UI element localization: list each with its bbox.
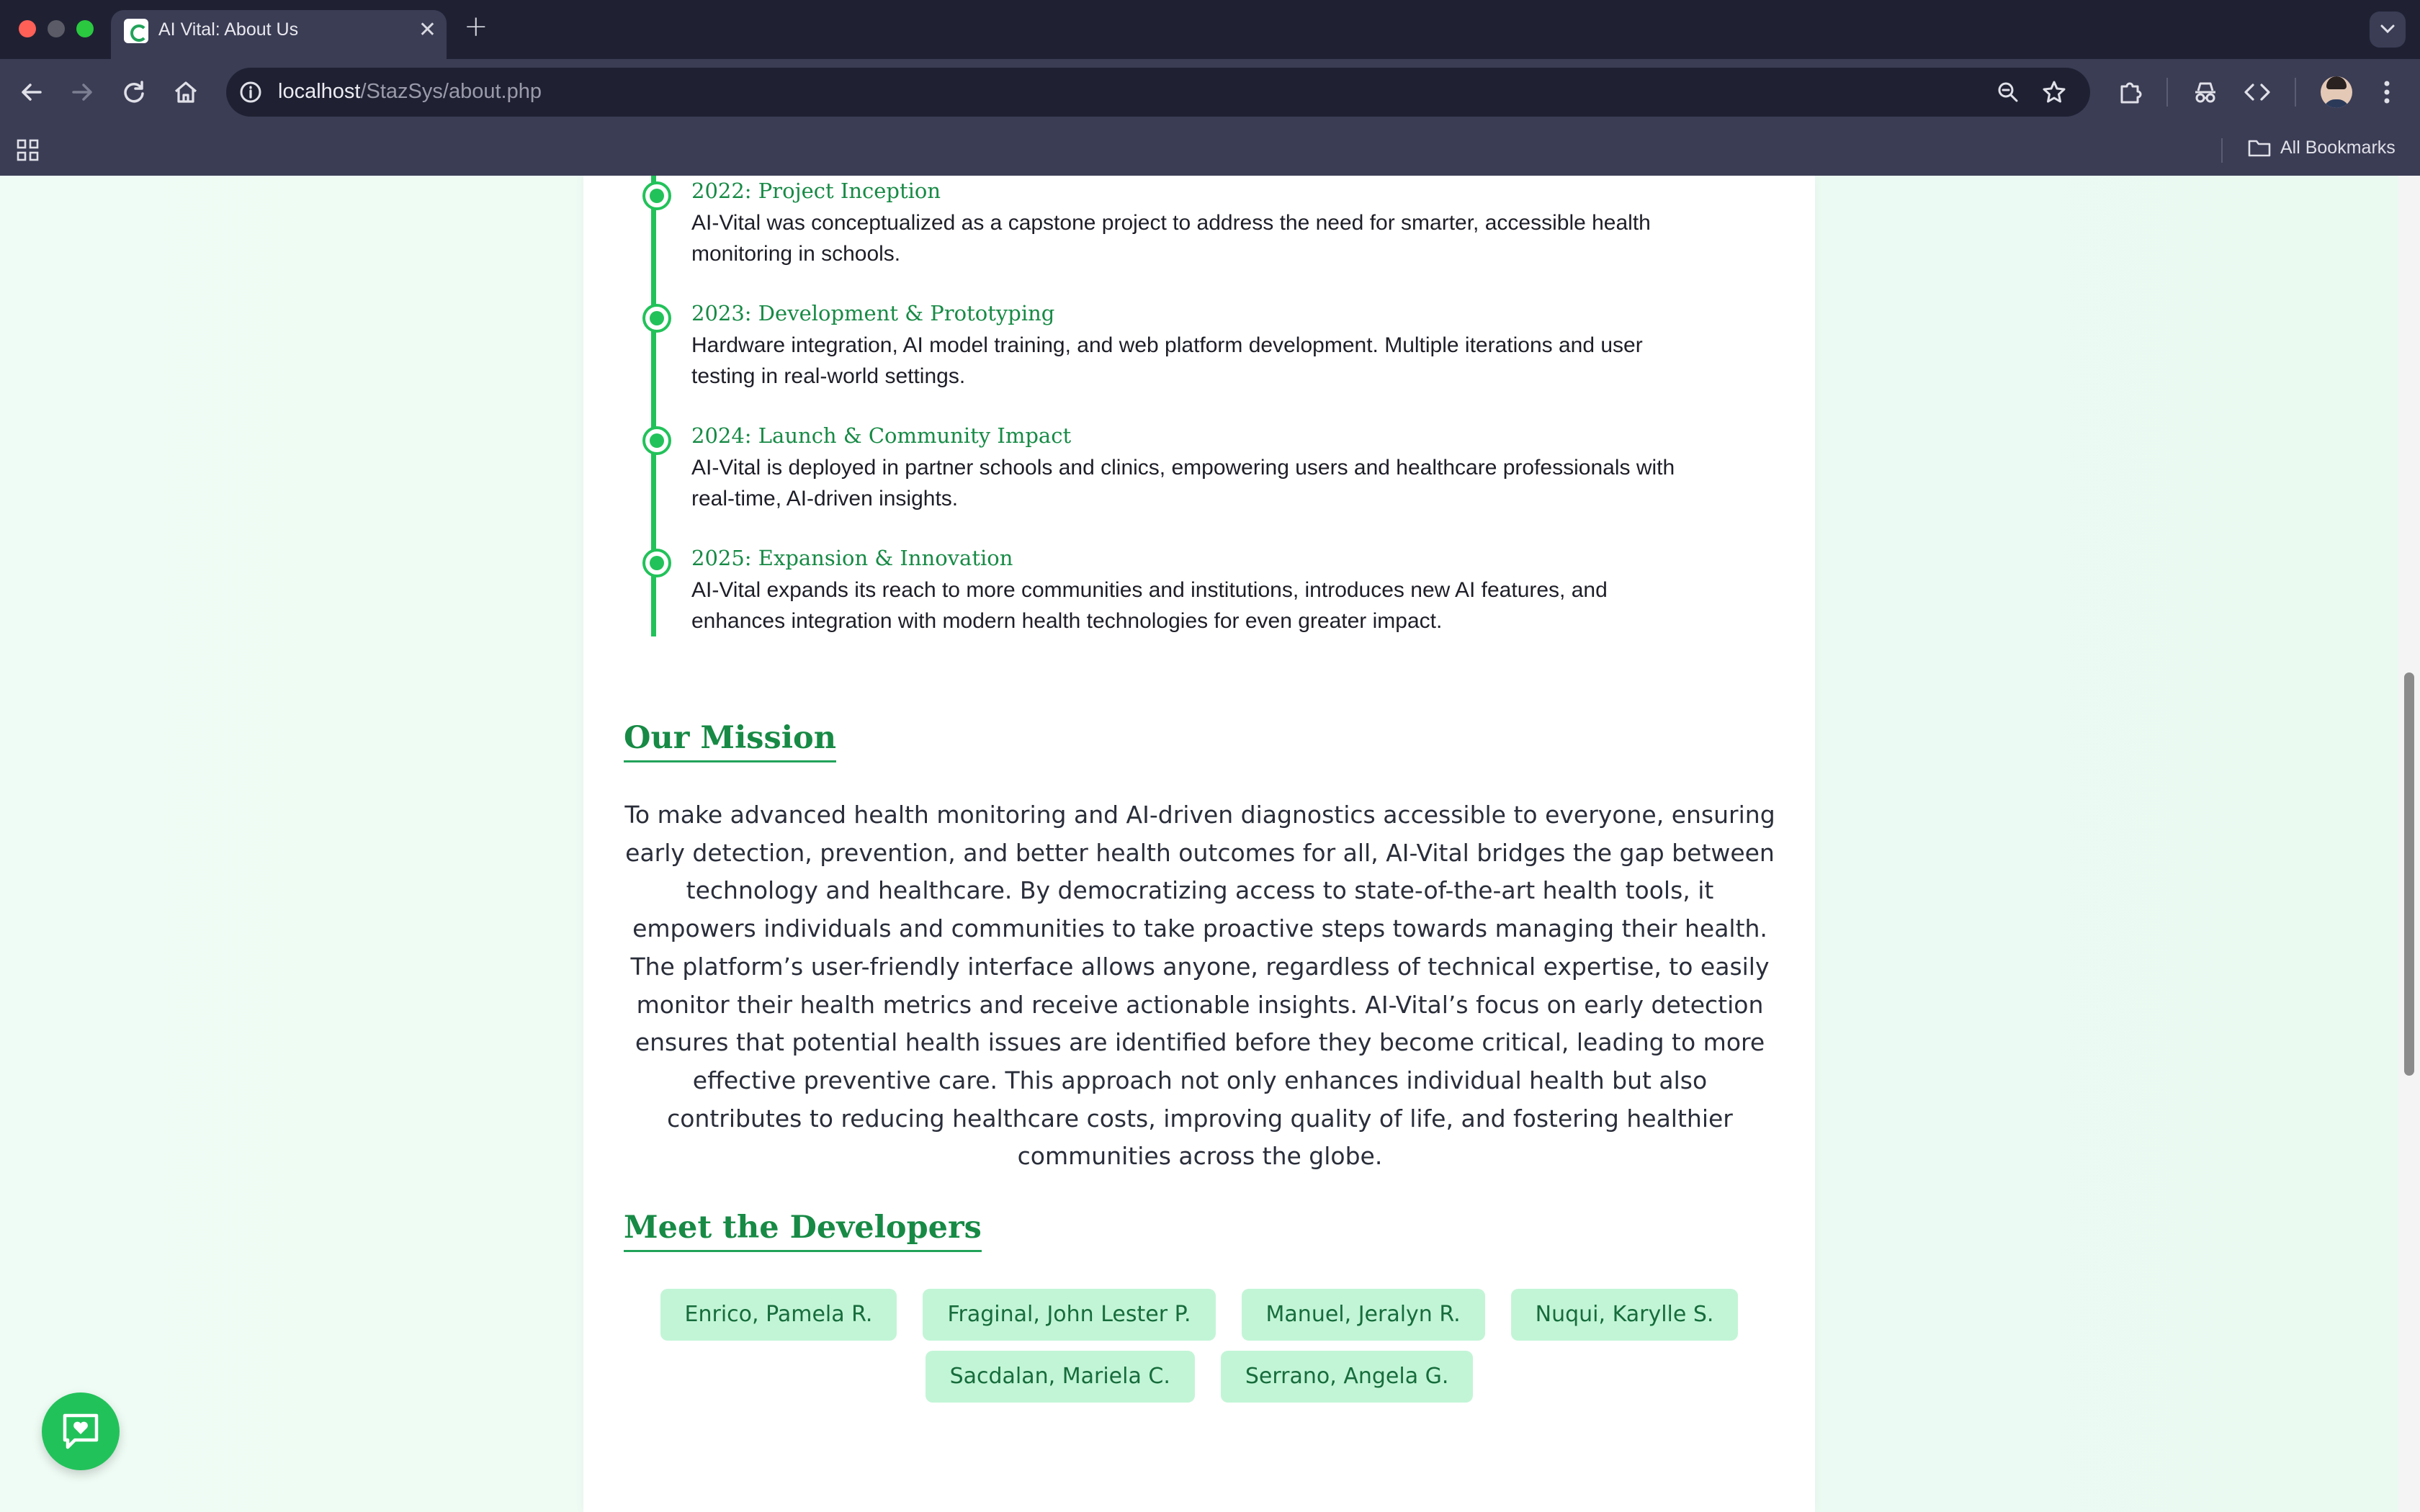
folder-icon <box>2248 140 2271 157</box>
chat-heart-icon <box>63 1413 99 1449</box>
timeline-item-description: AI-Vital is deployed in partner schools … <box>691 456 1675 510</box>
incognito-icon[interactable] <box>2190 76 2221 108</box>
developers-row: Enrico, Pamela R. Fraginal, John Lester … <box>583 1289 1815 1341</box>
timeline-dot-icon <box>642 304 671 333</box>
profile-avatar[interactable] <box>2321 76 2352 108</box>
site-info-icon[interactable] <box>236 78 265 107</box>
toolbar-divider <box>2166 78 2168 107</box>
timeline-item-title: 2022: Project Inception <box>691 179 941 203</box>
url-host: localhost <box>278 80 361 103</box>
timeline-dot-icon <box>642 181 671 210</box>
developer-chip: Manuel, Jeralyn R. <box>1241 1289 1485 1341</box>
close-window-button[interactable] <box>19 20 36 37</box>
zoom-icon[interactable] <box>1995 79 2021 105</box>
developers-heading: Meet the Developers <box>624 1210 982 1252</box>
back-arrow-icon[interactable] <box>16 76 48 108</box>
code-brackets-icon[interactable] <box>2241 76 2273 108</box>
developer-chip: Serrano, Angela G. <box>1220 1351 1474 1403</box>
all-bookmarks-label: All Bookmarks <box>2280 138 2396 158</box>
timeline-item-description: AI-Vital was conceptualized as a capston… <box>691 211 1651 266</box>
minimize-window-button[interactable] <box>48 20 65 37</box>
developer-chip: Fraginal, John Lester P. <box>923 1289 1216 1341</box>
developer-chip: Sacdalan, Mariela C. <box>925 1351 1195 1403</box>
reload-icon[interactable] <box>118 76 150 108</box>
mission-heading: Our Mission <box>624 720 836 762</box>
bookmark-star-icon[interactable] <box>2040 78 2069 107</box>
bookmarks-divider <box>2221 138 2223 163</box>
timeline-item-title: 2023: Development & Prototyping <box>691 301 1055 325</box>
page-viewport: 2022: Project Inception AI-Vital was con… <box>0 176 2420 1512</box>
page-scrollbar[interactable] <box>2398 176 2420 1512</box>
all-bookmarks-button[interactable]: All Bookmarks <box>2247 138 2396 158</box>
chat-support-button[interactable] <box>42 1392 120 1470</box>
browser-tab-active[interactable]: AI Vital: About Us ✕ <box>111 10 447 59</box>
mission-text: To make advanced health monitoring and A… <box>624 801 1775 1171</box>
site-favicon-icon <box>124 19 148 43</box>
maximize-window-button[interactable] <box>76 20 94 37</box>
tab-search-button[interactable] <box>2370 12 2406 48</box>
apps-grid-icon[interactable] <box>16 138 40 163</box>
developer-chip: Enrico, Pamela R. <box>660 1289 897 1341</box>
url-text: localhost/StazSys/about.php <box>278 80 542 104</box>
about-content-card: 2022: Project Inception AI-Vital was con… <box>583 176 1815 1512</box>
browser-toolbar: localhost/StazSys/about.php <box>0 59 2420 125</box>
bookmarks-bar: All Bookmarks <box>0 125 2420 176</box>
new-tab-icon[interactable]: + <box>464 10 488 43</box>
close-tab-icon[interactable]: ✕ <box>418 17 436 42</box>
home-icon[interactable] <box>170 76 202 108</box>
address-bar[interactable]: localhost/StazSys/about.php <box>226 68 2090 117</box>
timeline-dot-icon <box>642 426 671 455</box>
developers-row: Sacdalan, Mariela C. Serrano, Angela G. <box>583 1351 1815 1403</box>
tab-strip: AI Vital: About Us ✕ + <box>0 0 2420 59</box>
timeline-item-title: 2024: Launch & Community Impact <box>691 423 1072 448</box>
extensions-icon[interactable] <box>2115 76 2146 108</box>
developer-chip: Nuqui, Karylle S. <box>1510 1289 1739 1341</box>
chevron-down-icon <box>2380 24 2395 34</box>
scrollbar-thumb[interactable] <box>2404 672 2414 1076</box>
timeline-item-description: Hardware integration, AI model training,… <box>691 333 1643 388</box>
forward-arrow-icon[interactable] <box>66 76 98 108</box>
url-path: /StazSys/about.php <box>360 80 542 103</box>
timeline-dot-icon <box>642 549 671 577</box>
tab-title: AI Vital: About Us <box>158 19 299 40</box>
history-timeline: 2022: Project Inception AI-Vital was con… <box>642 176 1798 636</box>
toolbar-divider <box>2295 78 2296 107</box>
timeline-item-description: AI-Vital expands its reach to more commu… <box>691 578 1608 633</box>
timeline-item-title: 2025: Expansion & Innovation <box>691 546 1013 570</box>
more-menu-icon[interactable] <box>2374 76 2400 108</box>
